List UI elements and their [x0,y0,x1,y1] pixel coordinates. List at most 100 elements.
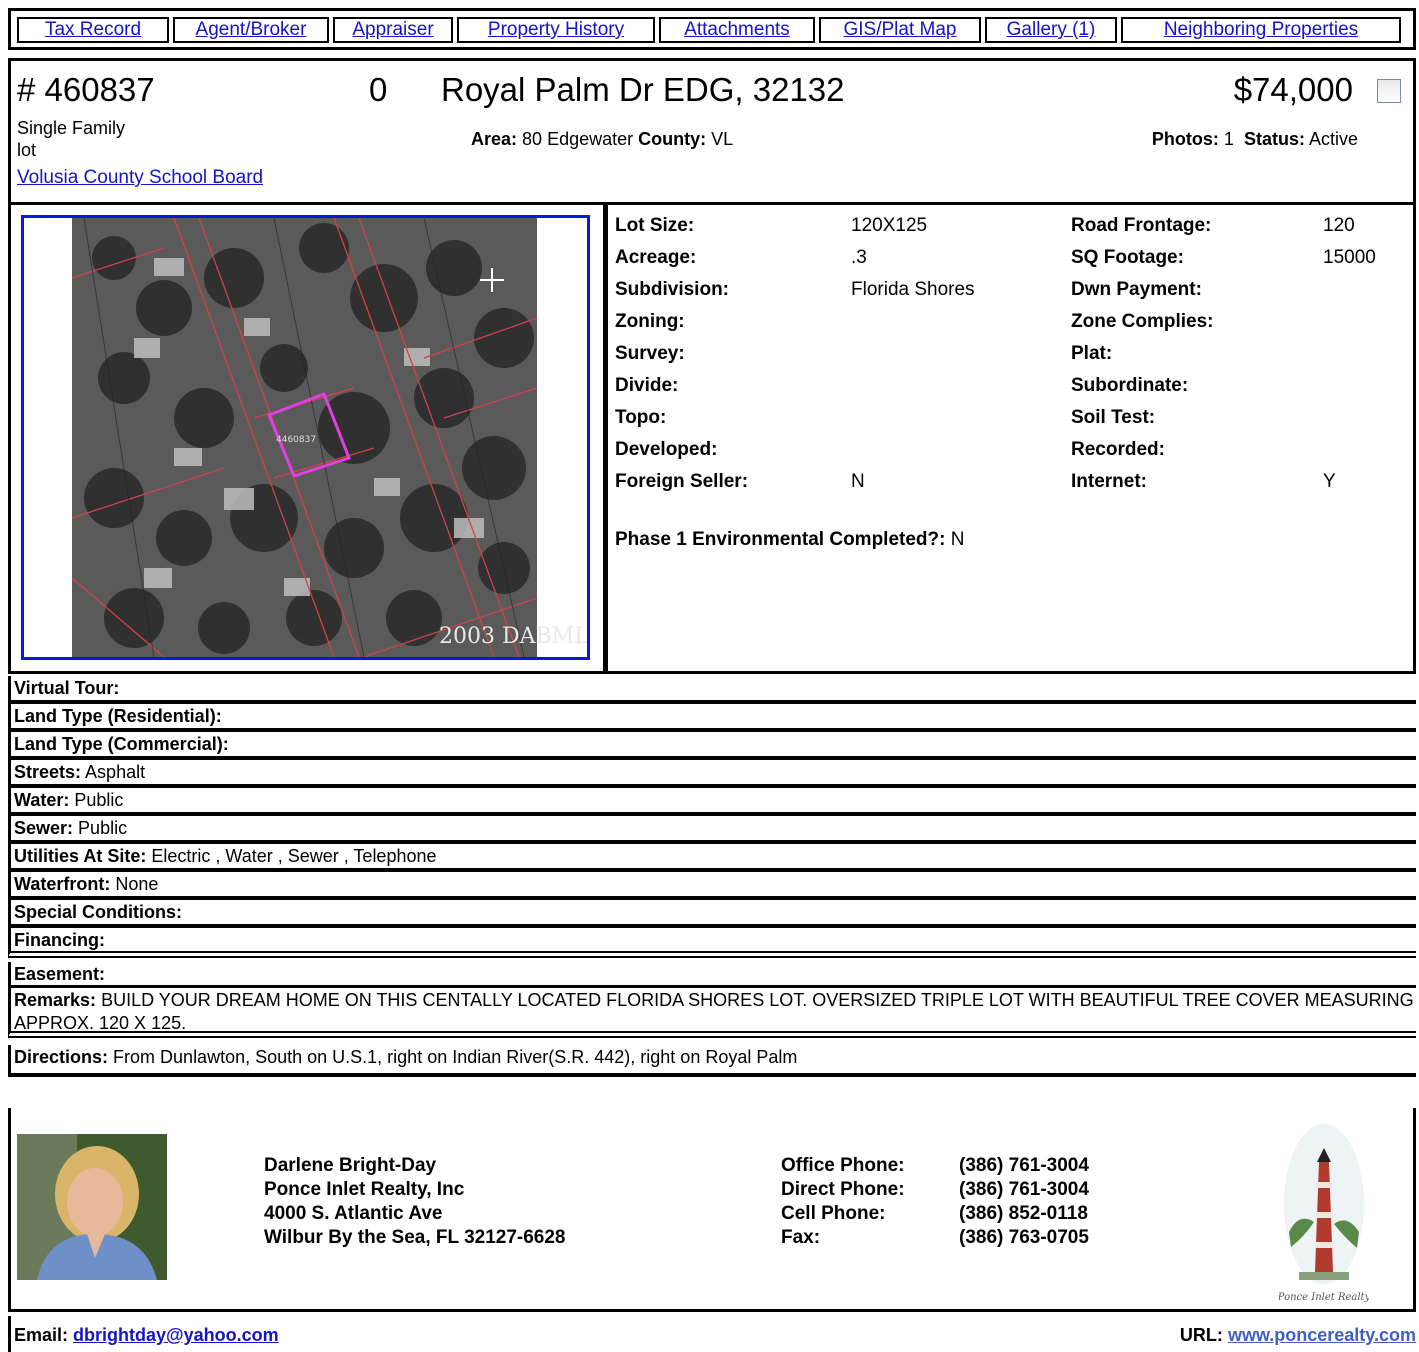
detail-label: Internet: [1071,471,1147,492]
detail-value: 15000 [1323,247,1376,268]
price: $74,000 [1233,71,1353,108]
tab-neighboring-properties[interactable]: Neighboring Properties [1121,17,1401,43]
feature-line: Land Type (Commercial): [8,732,1416,760]
county-value: VL [711,129,734,149]
agent-street: 4000 S. Atlantic Ave [264,1203,443,1224]
remarks-value: BUILD YOUR DREAM HOME ON THIS CENTALLY L… [14,990,1414,1033]
tab-link[interactable]: Attachments [684,19,790,41]
detail-value: .3 [851,247,867,268]
detail-label: Foreign Seller: [615,471,749,492]
tab-attachments[interactable]: Attachments [659,17,815,43]
tab-bar: Tax Record Agent/Broker Appraiser Proper… [8,8,1416,50]
detail-label: Soil Test: [1071,407,1156,428]
feature-label: Waterfront: [14,874,111,894]
tab-link[interactable]: Neighboring Properties [1164,19,1358,41]
tab-link[interactable]: Appraiser [352,19,433,41]
feature-label: Special Conditions: [14,902,183,922]
photo-watermark: 2003 DABMLS [439,624,587,649]
email-link[interactable]: dbrightday@yahoo.com [73,1325,279,1345]
detail-label: Acreage: [615,247,697,268]
phone-label: Office Phone: [781,1155,905,1176]
area-county-line: Area: 80 Edgewater County: VL [471,129,733,150]
detail-value: 120 [1323,215,1355,236]
aerial-map-image: 4460837 2003 DABMLS [24,218,587,657]
feature-value: None [115,874,159,894]
svg-text:4460837: 4460837 [276,435,316,445]
detail-label: Zoning: [615,311,685,332]
directions-value: From Dunlawton, South on U.S.1, right on… [113,1047,798,1067]
feature-line: Special Conditions: [8,900,1416,928]
vertical-divider [603,205,608,671]
detail-label: Subordinate: [1071,375,1189,396]
phone-row: Direct Phone: (386) 761-3004 [781,1178,1089,1202]
phone-value: (386) 761-3004 [959,1155,1089,1176]
feature-line: Financing: [8,928,1416,958]
detail-row: Foreign Seller: N Internet: Y [615,467,1407,499]
status-value: Active [1308,129,1358,149]
detail-label: Recorded: [1071,439,1165,460]
feature-label: Streets: [14,762,82,782]
property-photo[interactable]: 4460837 2003 DABMLS [21,215,590,660]
school-board-link[interactable]: Volusia County School Board [17,167,263,188]
area-value: 80 Edgewater [522,129,634,149]
photos-label: Photos: [1151,129,1219,149]
remarks-line: Remarks: BUILD YOUR DREAM HOME ON THIS C… [8,988,1416,1038]
tab-gallery[interactable]: Gallery (1) [985,17,1117,43]
feature-line: Utilities At Site: Electric , Water , Se… [8,844,1416,872]
feature-line: Virtual Tour: [8,676,1416,704]
detail-label: Topo: [615,407,667,428]
detail-label: Survey: [615,343,685,364]
detail-label: Lot Size: [615,215,695,236]
agent-contact: Darlene Bright-Day Ponce Inlet Realty, I… [264,1154,566,1250]
email-label: Email: [14,1325,69,1345]
feature-line: Waterfront: None [8,872,1416,900]
feature-label: Water: [14,790,70,810]
detail-label: Plat: [1071,343,1113,364]
feature-line: Water: Public [8,788,1416,816]
easement-line: Easement: [8,962,1416,988]
tab-link[interactable]: Tax Record [45,19,141,41]
detail-row: Survey: Plat: [615,339,1407,371]
tab-tax-record[interactable]: Tax Record [17,17,169,43]
property-type-line2: lot [17,140,37,160]
remarks-label: Remarks: [14,990,97,1010]
feature-label: Financing: [14,930,105,950]
tab-link[interactable]: Gallery (1) [1007,19,1096,41]
detail-row: Topo: Soil Test: [615,403,1407,435]
feature-label: Utilities At Site: [14,846,147,866]
select-checkbox[interactable] [1377,79,1401,103]
agent-phones: Office Phone: (386) 761-3004 Direct Phone… [781,1154,1089,1250]
tab-gis-plat-map[interactable]: GIS/Plat Map [819,17,981,43]
tab-link[interactable]: GIS/Plat Map [844,19,957,41]
phone-value: (386) 852-0118 [959,1203,1088,1224]
company-logo: Ponce Inlet Realty [1277,1122,1371,1306]
detail-label: Zone Complies: [1071,311,1214,332]
phase1-value: N [950,529,965,550]
tab-agent-broker[interactable]: Agent/Broker [173,17,329,43]
website-link[interactable]: www.poncerealty.com [1228,1325,1416,1345]
feature-label: Sewer: [14,818,74,838]
detail-row: Divide: Subordinate: [615,371,1407,403]
detail-row: Subdivision: Florida Shores Dwn Payment: [615,275,1407,307]
detail-label: Road Frontage: [1071,215,1212,236]
phase1-label: Phase 1 Environmental Completed?: [615,529,946,550]
feature-line: Land Type (Residential): [8,704,1416,732]
tab-link[interactable]: Agent/Broker [196,19,307,41]
detail-row: Developed: Recorded: [615,435,1407,467]
tab-property-history[interactable]: Property History [457,17,655,43]
street-number: 0 [369,71,388,108]
footer: Email: dbrightday@yahoo.com URL: www.pon… [8,1316,1416,1352]
photos-value: 1 [1223,129,1234,149]
detail-label: Developed: [615,439,718,460]
detail-label: Divide: [615,375,679,396]
area-label: Area: [471,129,518,149]
county-label: County: [638,129,707,149]
easement-label: Easement: [14,964,106,984]
feature-value: Public [74,790,124,810]
feature-label: Land Type (Commercial): [14,734,229,754]
phone-value: (386) 761-3004 [959,1179,1089,1200]
detail-label: SQ Footage: [1071,247,1184,268]
tab-appraiser[interactable]: Appraiser [333,17,453,43]
feature-line: Sewer: Public [8,816,1416,844]
tab-link[interactable]: Property History [488,19,624,41]
